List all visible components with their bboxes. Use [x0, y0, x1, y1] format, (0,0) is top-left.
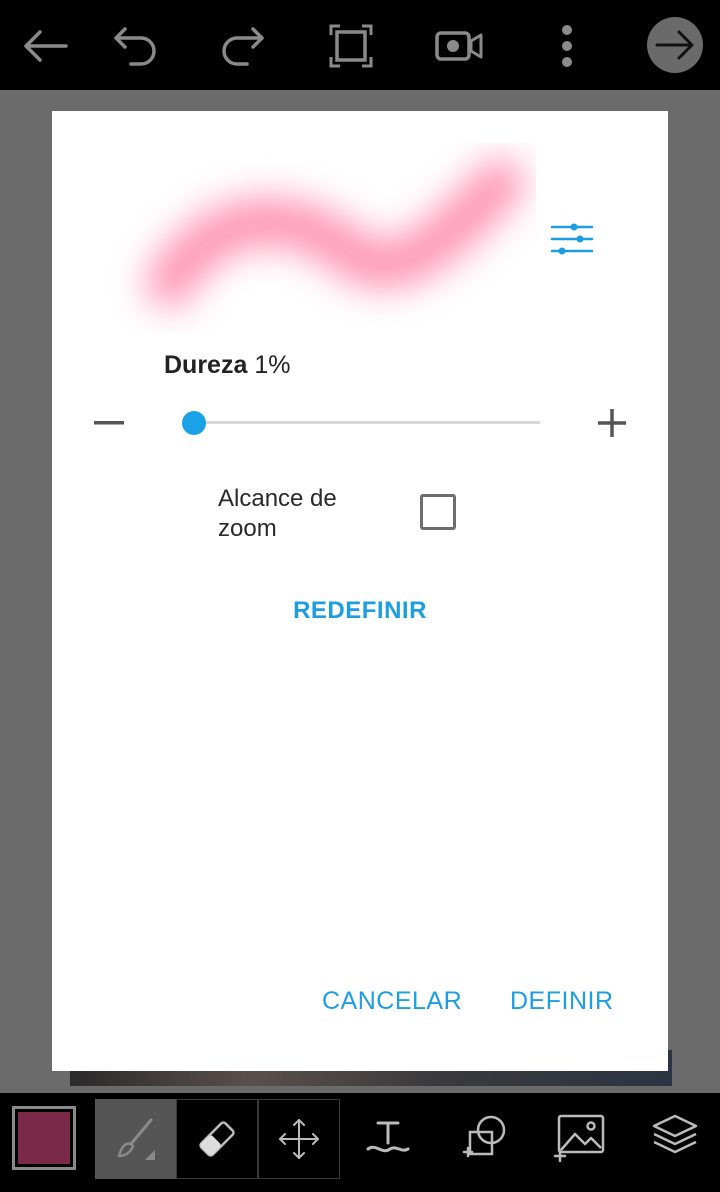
hardness-label: Dureza 1%	[164, 351, 290, 380]
add-image-button[interactable]	[550, 1107, 610, 1167]
redo-button[interactable]	[217, 20, 269, 72]
zoom-range-checkbox[interactable]	[420, 494, 456, 530]
brush-icon	[117, 1118, 155, 1160]
brush-preview	[100, 143, 536, 335]
redo-icon	[222, 27, 264, 66]
next-button[interactable]	[647, 17, 703, 73]
color-picker-button[interactable]	[12, 1106, 76, 1170]
video-record-icon	[435, 31, 483, 61]
hardness-slider-thumb[interactable]	[181, 411, 206, 435]
sliders-icon	[550, 223, 594, 255]
decrease-hardness-button[interactable]	[92, 411, 126, 435]
text-tool-button[interactable]	[358, 1107, 418, 1167]
layers-icon	[652, 1114, 698, 1154]
hardness-value: 1%	[254, 351, 291, 379]
text-icon	[366, 1121, 410, 1153]
increase-hardness-button[interactable]	[594, 407, 630, 439]
top-toolbar	[0, 0, 720, 90]
back-arrow-icon	[24, 30, 68, 62]
crop-icon	[329, 24, 373, 68]
brush-tool-button[interactable]	[95, 1099, 177, 1179]
layers-button[interactable]	[645, 1107, 705, 1167]
cancel-button[interactable]: CANCELAR	[322, 987, 462, 1016]
reset-button[interactable]: REDEFINIR	[52, 597, 668, 625]
move-tool-button[interactable]	[258, 1099, 340, 1179]
move-icon	[279, 1119, 319, 1159]
brush-settings-button[interactable]	[550, 221, 594, 257]
next-arrow-icon	[655, 30, 694, 60]
zoom-range-label: Alcance de zoom	[218, 485, 337, 542]
eraser-tool-button[interactable]	[176, 1099, 258, 1179]
plus-icon	[598, 409, 626, 437]
undo-icon	[114, 27, 156, 66]
brush-stroke-preview	[146, 159, 524, 307]
undo-button[interactable]	[109, 20, 161, 72]
brush-settings-dialog: Dureza 1% Alcance de zoom REDEFINIR CANC…	[52, 111, 668, 1071]
set-button[interactable]: DEFINIR	[510, 987, 614, 1016]
shape-icon	[462, 1115, 506, 1158]
more-vert-icon	[562, 25, 572, 67]
crop-button[interactable]	[325, 20, 377, 72]
minus-icon	[94, 421, 124, 425]
eraser-icon	[199, 1121, 235, 1157]
bottom-toolbar	[0, 1093, 720, 1192]
hardness-title: Dureza	[164, 351, 248, 379]
back-button[interactable]	[19, 20, 71, 72]
add-image-icon	[553, 1114, 605, 1162]
current-color-swatch	[18, 1112, 70, 1164]
more-options-button[interactable]	[541, 20, 593, 72]
video-record-button[interactable]	[433, 20, 485, 72]
hardness-slider-track[interactable]	[190, 421, 540, 424]
shape-tool-button[interactable]	[455, 1107, 515, 1167]
